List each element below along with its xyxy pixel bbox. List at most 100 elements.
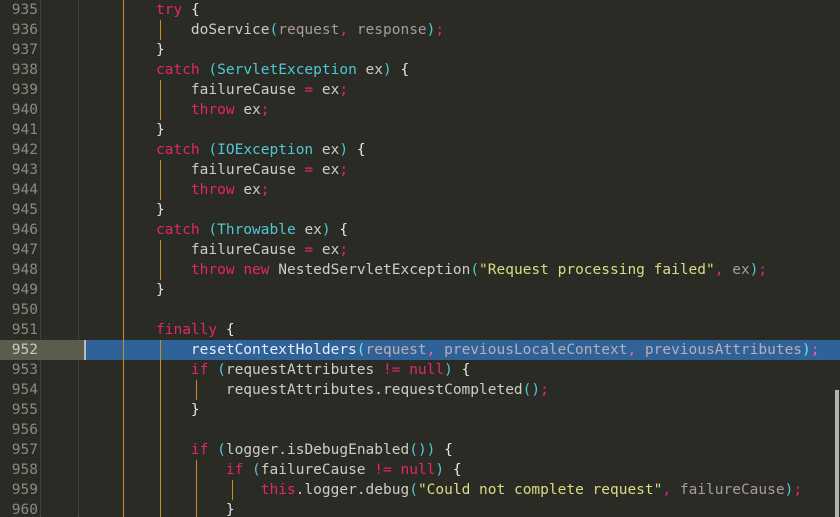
code-line-selected[interactable]: 952 resetContextHolders(request, previou… [0,340,840,360]
token-id [313,142,322,158]
token-pun: = [304,162,314,178]
code-text[interactable]: resetContextHolders(request, previousLoc… [156,340,820,360]
indent-guide-0 [123,0,124,20]
code-text[interactable]: } [156,40,165,60]
token-pun: , [662,482,672,498]
code-line[interactable]: 942 catch (IOException ex) { [0,140,840,160]
code-line[interactable]: 945} [0,200,840,220]
code-text[interactable]: if (failureCause != null) { [156,460,462,480]
code-line-list[interactable]: 935 try {936 doService(request, response)… [0,0,840,517]
token-par: previousLocaleContext [444,342,628,358]
code-line[interactable]: 944 throw ex; [0,180,840,200]
code-text[interactable]: } [156,200,165,220]
code-text[interactable]: throw ex; [156,180,270,200]
vertical-scrollbar-track[interactable] [835,0,840,517]
code-line[interactable]: 960 } [0,500,840,517]
token-kw: this [260,482,296,498]
code-line[interactable]: 948 throw new NestedServletException("Re… [0,260,840,280]
code-line[interactable]: 959 this.logger.debug("Could not complet… [0,480,840,500]
code-text[interactable]: catch (IOException ex) { [156,140,366,160]
code-line[interactable]: 956 [0,420,840,440]
token-kw: catch [156,222,200,238]
code-line[interactable]: 949} [0,280,840,300]
token-pun: ; [260,102,270,118]
token-pun: , [339,22,349,38]
code-line[interactable]: 935 try { [0,0,840,20]
code-text[interactable]: failureCause = ex; [156,240,348,260]
code-line[interactable]: 939 failureCause = ex; [0,80,840,100]
code-editor-viewport[interactable]: 935 try {936 doService(request, response)… [0,0,840,517]
code-text[interactable]: catch (Throwable ex) { [156,220,348,240]
code-text[interactable]: this.logger.debug("Could not complete re… [156,480,802,500]
line-number: 956 [11,422,38,438]
line-number: 941 [11,122,38,138]
token-id [156,262,191,278]
code-text[interactable]: if (requestAttributes != null) { [156,360,470,380]
code-line[interactable]: 937} [0,40,840,60]
code-text[interactable]: catch (ServletException ex) { [156,60,409,80]
token-id [182,2,191,18]
token-pun: ; [339,162,349,178]
token-brk: ) [417,442,427,458]
token-bra: } [190,402,200,418]
token-id: NestedServletException [278,262,471,278]
code-text[interactable]: requestAttributes.requestCompleted(); [156,380,549,400]
code-line[interactable]: 950 [0,300,840,320]
token-kw: finally [156,322,218,338]
indent-guide-0 [123,500,124,517]
token-brk: ( [269,22,279,38]
code-text[interactable]: if (logger.isDebugEnabled()) { [156,440,453,460]
indent-guide-0 [123,20,124,40]
code-line[interactable]: 936 doService(request, response); [0,20,840,40]
token-brk: ( [252,462,261,478]
code-line[interactable]: 946 catch (Throwable ex) { [0,220,840,240]
code-text[interactable]: doService(request, response); [156,20,444,40]
token-id [208,362,217,378]
token-kw: if [225,462,244,478]
token-bra: } [156,122,165,138]
token-kw: catch [156,142,200,158]
token-id: requestAttributes [225,382,375,398]
line-number: 950 [11,302,38,318]
code-text[interactable]: throw ex; [156,100,270,120]
code-line[interactable]: 955 } [0,400,840,420]
token-bra: { [400,62,410,78]
code-text[interactable]: failureCause = ex; [156,80,348,100]
code-line[interactable]: 957 if (logger.isDebugEnabled()) { [0,440,840,460]
code-line[interactable]: 954 requestAttributes.requestCompleted()… [0,380,840,400]
code-line[interactable]: 958 if (failureCause != null) { [0,460,840,480]
token-kw: throw [190,102,235,118]
token-kw: if [190,362,209,378]
vertical-scrollbar-thumb[interactable] [835,390,839,517]
token-bra: { [339,222,349,238]
code-line[interactable]: 938 catch (ServletException ex) { [0,60,840,80]
code-text[interactable]: failureCause = ex; [156,160,348,180]
indent-guide-0 [123,360,124,380]
code-line[interactable]: 940 throw ex; [0,100,840,120]
indent-guide-0 [123,100,124,120]
code-text[interactable]: try { [156,0,200,20]
code-text[interactable]: } [156,500,235,517]
code-line[interactable]: 951 finally { [0,320,840,340]
line-number: 953 [11,362,38,378]
code-text[interactable]: throw new NestedServletException("Reques… [156,260,767,280]
token-bra: { [225,322,235,338]
token-id [444,462,453,478]
token-brk: ( [208,142,218,158]
token-id [156,462,226,478]
code-line[interactable]: 943 failureCause = ex; [0,160,840,180]
code-line[interactable]: 941} [0,120,840,140]
line-number: 958 [11,462,38,478]
token-id [636,342,645,358]
code-text[interactable]: } [156,120,165,140]
code-line[interactable]: 947 failureCause = ex; [0,240,840,260]
indent-guide-0 [123,440,124,460]
code-line[interactable]: 953 if (requestAttributes != null) { [0,360,840,380]
code-text[interactable]: } [156,280,165,300]
token-brk: ( [208,222,218,238]
code-text[interactable]: } [156,400,200,420]
token-typ: IOException [217,142,314,158]
code-text[interactable]: finally { [156,320,235,340]
token-id [435,342,444,358]
token-brk: ( [217,442,226,458]
